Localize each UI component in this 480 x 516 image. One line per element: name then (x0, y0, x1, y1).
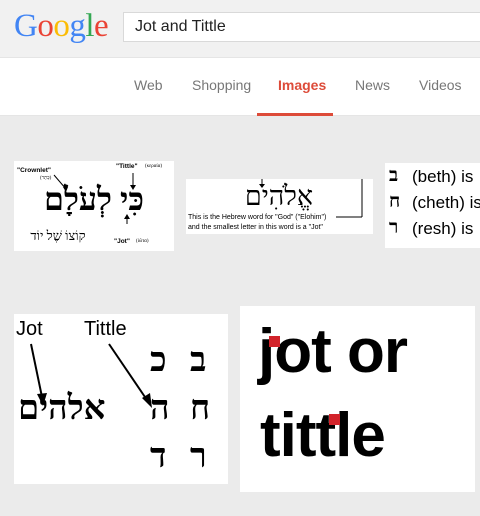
jot-or-text: ot or (274, 317, 408, 386)
hebrew-phrase: קוֹצוֹ שֶׁל יוֹד (30, 228, 86, 243)
hebrew-letter: ד (150, 438, 167, 475)
letter-description: (beth) is (412, 167, 474, 186)
image-result-5[interactable]: jot or tittle (240, 306, 475, 492)
hebrew-letter: כ (150, 342, 167, 379)
hebrew-letter: ח (190, 390, 211, 427)
hebrew-letter: ב (389, 165, 399, 186)
logo-letter: o (53, 8, 70, 44)
hebrew-verse: כִּי לְעֹלָם (43, 181, 145, 217)
letter-j: j (258, 317, 275, 386)
google-logo[interactable]: Google (14, 6, 109, 46)
tab-web[interactable]: Web (134, 77, 163, 93)
logo-letter: e (94, 8, 109, 44)
caption-line-1: This is the Hebrew word for "God" ("Eloh… (188, 214, 327, 221)
logo-letter: o (37, 8, 54, 44)
tab-images[interactable]: Images (278, 77, 326, 93)
hebrew-letter: ר (190, 438, 207, 475)
hebrew-letter: ה (150, 390, 170, 427)
jot-red-dot (269, 336, 280, 347)
tab-shopping[interactable]: Shopping (192, 77, 251, 93)
jot-sub: (ἰῶτα) (136, 239, 149, 244)
tittle-red-dot (329, 414, 340, 425)
elohim-word: אלהים (18, 390, 106, 427)
image-result-2[interactable]: אֱלֹהִים This is the Hebrew word for "Go… (186, 179, 373, 234)
logo-letter: l (85, 8, 95, 44)
tittle-line: tittle (260, 400, 386, 472)
letter-description: (resh) is (412, 219, 474, 238)
jot-label: "Jot" (114, 238, 130, 245)
tab-videos[interactable]: Videos (419, 77, 462, 93)
image-result-4[interactable]: Jot Tittle כ ב אלהים ה ח ד ר (14, 314, 228, 484)
hebrew-letter: ח (389, 191, 401, 212)
logo-letter: G (14, 8, 38, 44)
jot-or-line: jot or (258, 316, 408, 388)
tab-news[interactable]: News (355, 77, 390, 93)
image-results: "Crownlet" (כְּתָר) "Tittle" (κεραία) כִ… (0, 116, 480, 516)
search-box[interactable] (123, 12, 480, 42)
hebrew-letter: ב (190, 342, 207, 379)
caption-line-2: and the smallest letter in this word is … (188, 224, 323, 231)
image-result-1[interactable]: "Crownlet" (כְּתָר) "Tittle" (κεραία) כִ… (14, 161, 174, 251)
header: Google (0, 0, 480, 57)
tittle-end: e (351, 401, 385, 470)
hebrew-letter: ר (389, 217, 399, 238)
image-result-3[interactable]: ב (beth) is ח (cheth) is ר (resh) is (385, 163, 480, 248)
tittle-text: tittl (260, 401, 352, 470)
letter-description: (cheth) is (412, 193, 480, 212)
search-input[interactable] (135, 17, 465, 37)
search-tabs: Web Shopping Images News Videos (0, 57, 480, 116)
logo-letter: g (69, 8, 86, 44)
